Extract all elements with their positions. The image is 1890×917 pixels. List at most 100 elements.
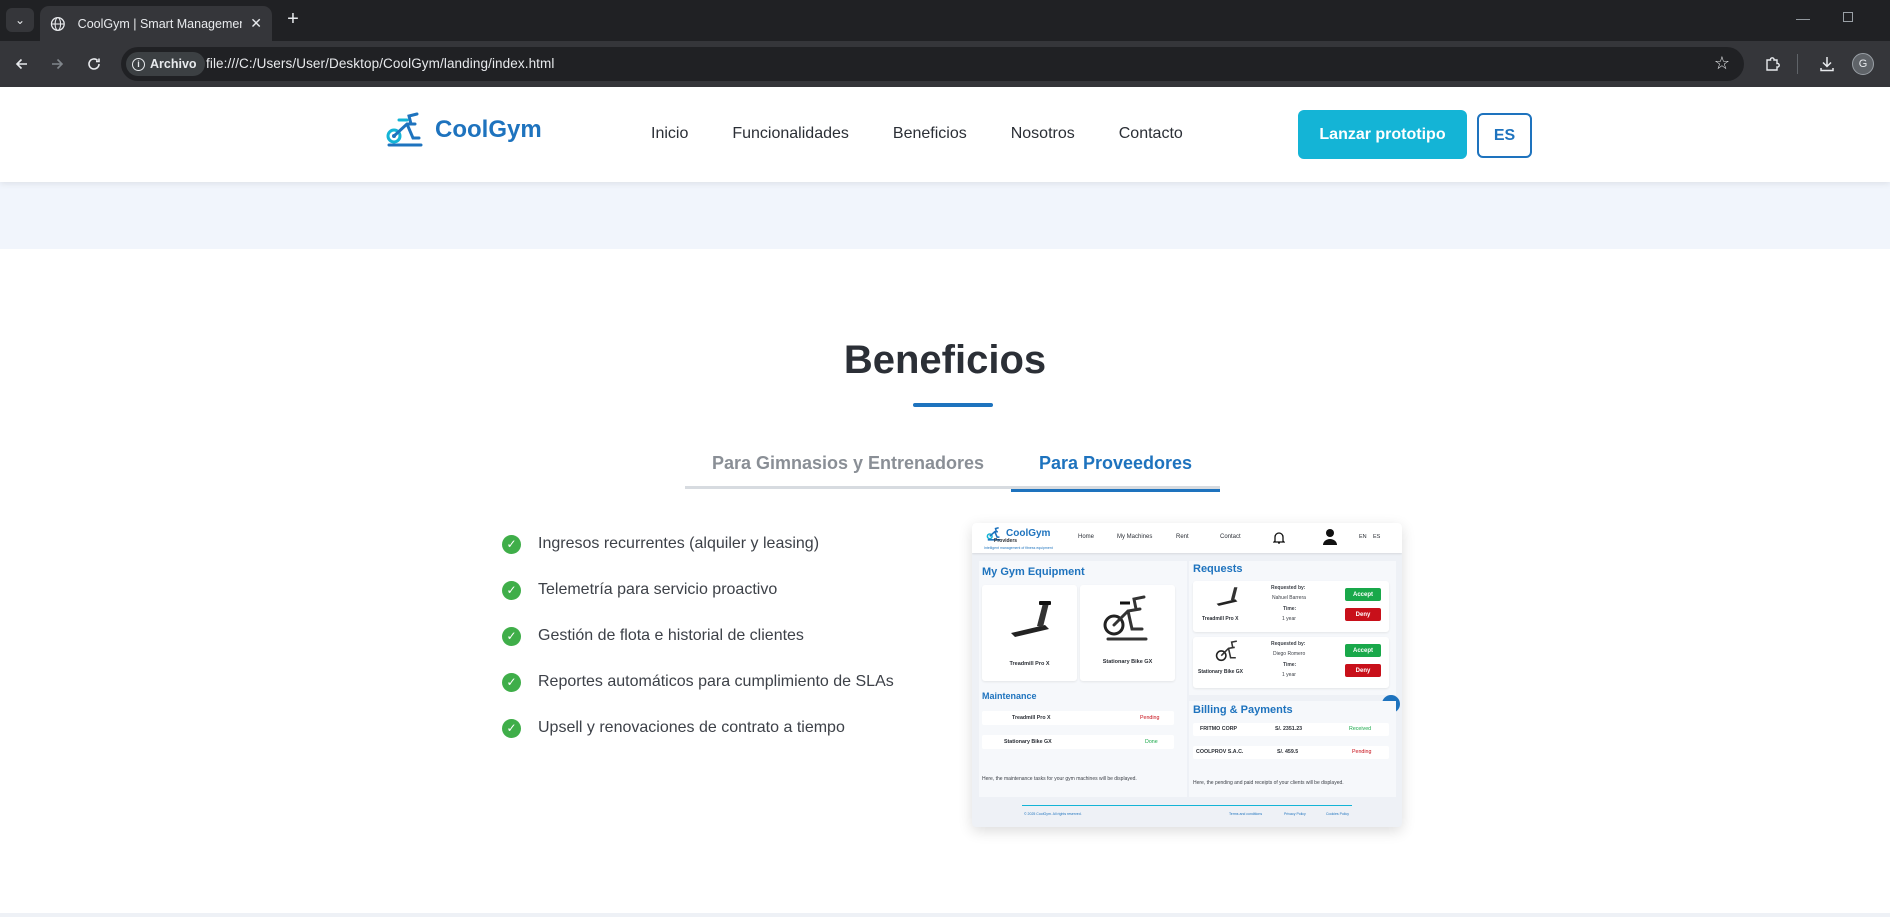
tab-search-button[interactable]: ⌄ [6, 8, 34, 32]
benefit-text: Telemetría para servicio proactivo [538, 581, 778, 598]
equipment-card: Stationary Bike GX [1080, 585, 1175, 681]
brand-logo[interactable]: CoolGym [385, 112, 542, 148]
site-info-chip[interactable]: i Archivo [126, 52, 205, 76]
puzzle-icon [1766, 57, 1780, 71]
request-machine: Stationary Bike GX [1198, 669, 1244, 675]
list-item: ✓ Reportes automáticos para cumplimiento … [502, 659, 894, 705]
mockup-footer-link: Privacy Policy [1284, 812, 1306, 816]
equipment-name: Treadmill Pro X [1009, 661, 1050, 667]
arrow-left-icon [15, 58, 27, 70]
table-row: COOLPROV S.A.C. S/. 459.5 Pending [1193, 746, 1389, 759]
forward-button[interactable] [45, 52, 69, 76]
back-button[interactable] [10, 52, 34, 76]
tab-title: CoolGym | Smart Management [77, 16, 243, 31]
mockup-copyright: © 2025 CoolGym. All rights reserved. [1024, 812, 1082, 816]
equipment-name: Stationary Bike GX [1102, 659, 1153, 665]
mockup-nav-machines: My Machines [1117, 534, 1153, 540]
equipment-panel: My Gym Equipment Treadmill Pro X Station… [979, 561, 1187, 797]
arrow-right-icon [52, 58, 64, 70]
title-underline [913, 403, 993, 407]
request-card: Treadmill Pro X Requested by: Nahuel Bar… [1193, 581, 1389, 632]
list-item: ✓ Upsell y renovaciones de contrato a tie… [502, 705, 894, 751]
benefit-tabs: Para Gimnasios y Entrenadores Para Prove… [685, 444, 1220, 492]
benefit-text: Upsell y renovaciones de contrato a tiem… [538, 719, 845, 736]
benefit-text: Gestión de flota e historial de clientes [538, 627, 804, 644]
stationary-bike-icon [1215, 640, 1237, 662]
info-icon: i [132, 57, 145, 71]
request-time: 1 year [1282, 672, 1296, 678]
bell-icon [1273, 532, 1285, 544]
billing-client: FRITMO CORP [1200, 726, 1238, 732]
reload-button[interactable] [82, 52, 106, 76]
check-circle-icon: ✓ [502, 718, 521, 738]
stationary-bike-icon [1103, 595, 1148, 641]
language-toggle-button[interactable]: ES [1477, 113, 1532, 158]
minimize-window-button[interactable]: — [1796, 10, 1810, 26]
toolbar-separator [1797, 54, 1798, 74]
mockup-header: CoolGym Providers Intelligent management… [972, 523, 1402, 553]
maximize-window-button[interactable] [1843, 12, 1853, 22]
treadmill-icon [1216, 587, 1238, 606]
requested-by-label: Requested by: [1271, 585, 1306, 591]
requests-title: Requests [1193, 563, 1243, 575]
list-item: ✓ Gestión de flota e historial de cliente… [502, 613, 894, 659]
deny-button: Deny [1345, 608, 1381, 621]
mockup-nav-home: Home [1078, 534, 1095, 540]
equipment-title: My Gym Equipment [982, 566, 1085, 578]
accept-button: Accept [1345, 644, 1381, 657]
extensions-button[interactable] [1761, 52, 1785, 76]
site-info-label: Archivo [150, 57, 197, 71]
user-icon [1323, 529, 1337, 545]
nav-link-nosotros[interactable]: Nosotros [1011, 125, 1075, 143]
benefit-text: Reportes automáticos para cumplimiento d… [538, 673, 894, 690]
request-time: 1 year [1282, 616, 1296, 622]
request-card: Stationary Bike GX Requested by: Diego R… [1193, 637, 1389, 688]
exercise-bike-icon [386, 112, 423, 147]
maintenance-machine: Treadmill Pro X [1012, 715, 1051, 721]
profile-avatar[interactable]: G [1852, 53, 1874, 75]
url-text[interactable]: file:///C:/Users/User/Desktop/CoolGym/la… [206, 56, 554, 71]
main-nav: Inicio Funcionalidades Beneficios Nosotr… [651, 125, 1227, 143]
nav-link-inicio[interactable]: Inicio [651, 125, 688, 143]
maintenance-note: Here, the maintenance tasks for your gym… [982, 776, 1137, 782]
mockup-footer-divider [1022, 805, 1352, 806]
accept-button: Accept [1345, 588, 1381, 601]
requester-name: Diego Romero [1273, 651, 1306, 657]
browser-tabstrip: ⌄ CoolGym | Smart Management ✕ + — [0, 0, 1890, 41]
hero-bottom-band [0, 182, 1890, 249]
bookmark-star-icon[interactable]: ☆ [1714, 53, 1730, 74]
requester-name: Nahuel Barrera [1272, 595, 1306, 601]
mockup-tagline: Intelligent management of fitness equipm… [984, 546, 1053, 550]
list-item: ✓ Telemetría para servicio proactivo [502, 567, 894, 613]
download-icon [1820, 57, 1834, 72]
nav-link-beneficios[interactable]: Beneficios [893, 125, 967, 143]
mockup-brand-sub: Providers [994, 538, 1018, 544]
status-badge: Pending [1352, 749, 1372, 755]
check-circle-icon: ✓ [502, 534, 521, 554]
nav-link-contacto[interactable]: Contacto [1119, 125, 1183, 143]
mockup-nav-rent: Rent [1176, 534, 1189, 540]
treadmill-icon [1011, 601, 1051, 637]
browser-toolbar: i Archivo file:///C:/Users/User/Desktop/… [0, 41, 1890, 87]
section-title: Beneficios [843, 338, 1047, 382]
browser-tab[interactable]: CoolGym | Smart Management ✕ [40, 6, 272, 41]
deny-button: Deny [1345, 664, 1381, 677]
billing-note: Here, the pending and paid receipts of y… [1193, 780, 1344, 786]
site-header: CoolGym Inicio Funcionalidades Beneficio… [0, 87, 1890, 182]
check-circle-icon: ✓ [502, 672, 521, 692]
downloads-button[interactable] [1815, 52, 1839, 76]
nav-link-funcionalidades[interactable]: Funcionalidades [732, 125, 849, 143]
time-label: Time: [1283, 662, 1297, 668]
address-bar[interactable]: i Archivo file:///C:/Users/User/Desktop/… [121, 47, 1744, 81]
close-tab-icon[interactable]: ✕ [250, 15, 262, 32]
benefit-text: Ingresos recurrentes (alquiler y leasing… [538, 535, 820, 552]
tab-gyms-trainers[interactable]: Para Gimnasios y Entrenadores [685, 444, 1011, 489]
launch-prototype-button[interactable]: Lanzar prototipo [1298, 110, 1467, 159]
requested-by-label: Requested by: [1271, 641, 1306, 647]
status-badge: Pending [1140, 715, 1160, 721]
check-circle-icon: ✓ [502, 580, 521, 600]
new-tab-button[interactable]: + [282, 9, 304, 29]
billing-panel: Billing & Payments FRITMO CORP S/. 2351.… [1189, 701, 1396, 797]
billing-title: Billing & Payments [1193, 704, 1293, 716]
tab-providers[interactable]: Para Proveedores [1011, 444, 1220, 492]
